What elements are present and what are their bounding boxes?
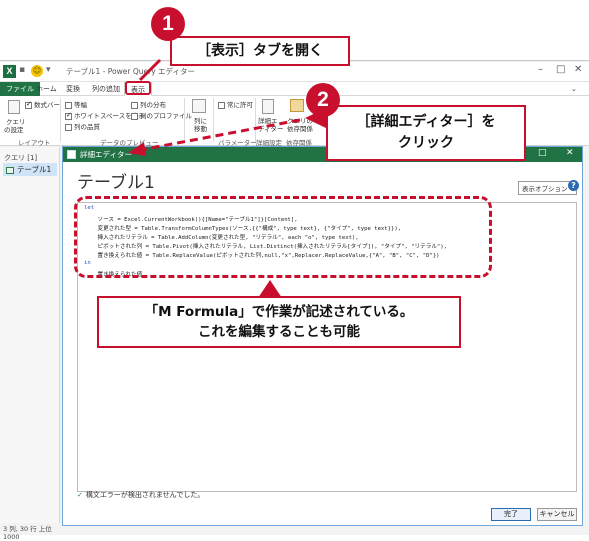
note-text-line1: 「M Formula」で作業が記述されている。 — [144, 304, 414, 320]
step2-text-line1: ［詳細エディター］を — [356, 114, 496, 130]
step2-callout: ［詳細エディター］を クリック — [326, 105, 526, 161]
step2-text-line2: クリック — [398, 135, 454, 151]
dashed-arrow — [139, 118, 301, 152]
step1-badge: 1 — [151, 7, 185, 41]
annotation-arrows — [128, 58, 326, 298]
step1-callout: ［表示］タブを開く — [170, 36, 350, 66]
note-text-line2: これを編集することも可能 — [198, 324, 360, 340]
step1-arrow — [138, 58, 162, 82]
note-callout: 「M Formula」で作業が記述されている。 これを編集することも可能 — [97, 296, 461, 348]
step2-badge: 2 — [306, 83, 340, 117]
dashed-arrowhead — [128, 142, 146, 156]
